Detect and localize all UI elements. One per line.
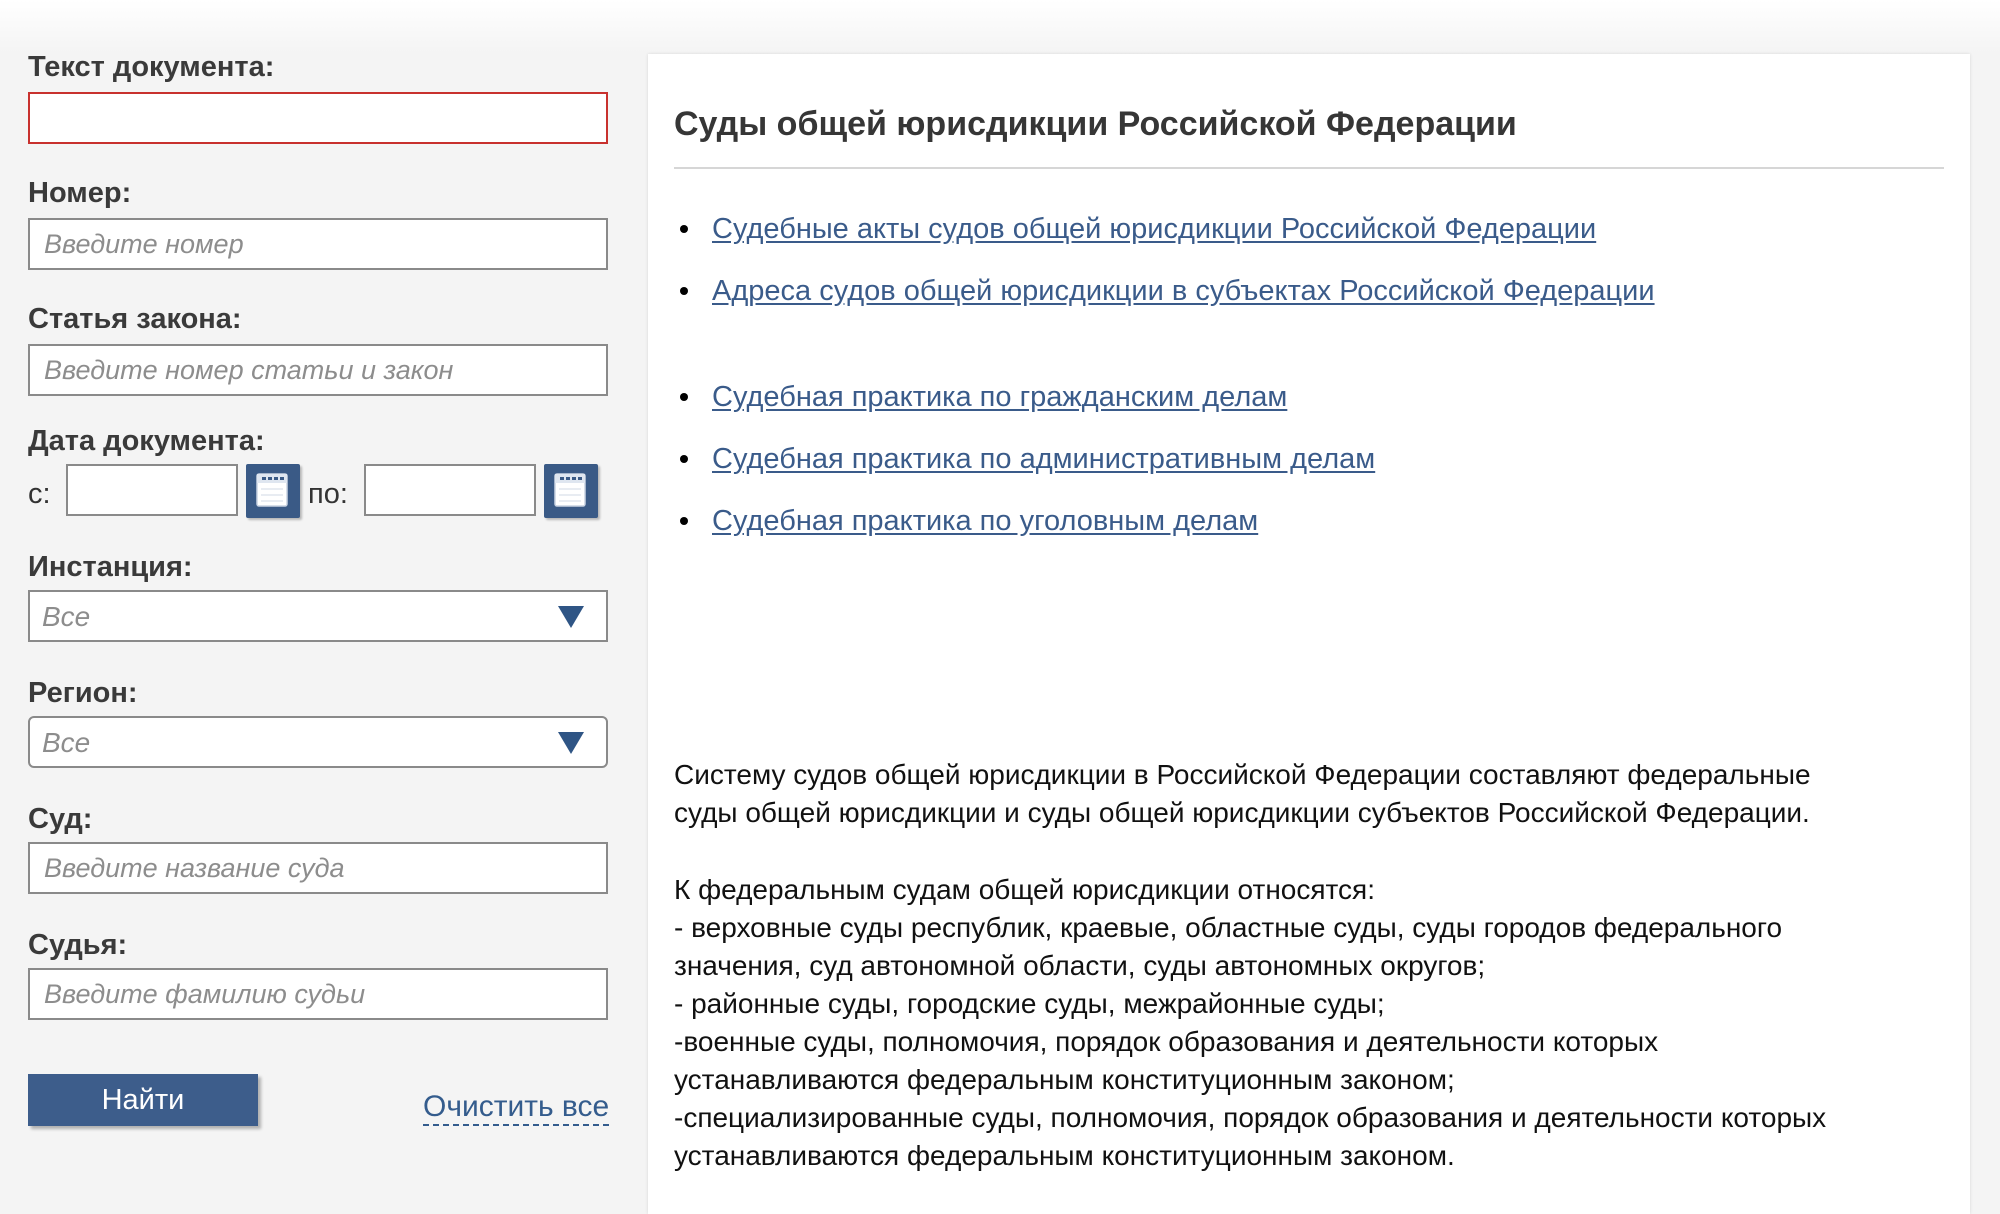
bullet-icon bbox=[680, 393, 688, 401]
description-line: суды общей юрисдикции и суды общей юрисд… bbox=[674, 797, 1810, 828]
instance-select[interactable]: Все bbox=[28, 590, 608, 642]
list-item: Судебная практика по гражданским делам bbox=[680, 379, 1287, 415]
top-band bbox=[0, 0, 2000, 54]
panel-title: Суды общей юрисдикции Российской Федерац… bbox=[674, 105, 1517, 143]
date-from-calendar-button[interactable] bbox=[246, 464, 300, 518]
calendar-icon bbox=[554, 473, 586, 507]
region-select[interactable]: Все bbox=[28, 716, 608, 768]
link-administrative-practice[interactable]: Судебная практика по административным де… bbox=[712, 443, 1375, 475]
description-line: устанавливаются федеральным конституцион… bbox=[674, 1140, 1455, 1171]
link-court-acts[interactable]: Судебные акты судов общей юрисдикции Рос… bbox=[712, 213, 1596, 245]
judge-label: Судья: bbox=[28, 929, 128, 961]
number-label: Номер: bbox=[28, 177, 132, 209]
date-from-input[interactable] bbox=[66, 464, 238, 516]
link-criminal-practice[interactable]: Судебная практика по уголовным делам bbox=[712, 505, 1258, 537]
chevron-down-icon bbox=[558, 606, 584, 628]
description-line: - верховные суды республик, краевые, обл… bbox=[674, 912, 1783, 943]
chevron-down-icon bbox=[558, 732, 584, 754]
clear-all-link[interactable]: Очистить все bbox=[423, 1090, 610, 1126]
info-panel: Суды общей юрисдикции Российской Федерац… bbox=[648, 54, 1970, 1214]
calendar-icon bbox=[256, 473, 288, 507]
bullet-icon bbox=[680, 517, 688, 525]
judge-input[interactable] bbox=[28, 968, 608, 1020]
description-line: -военные суды, полномочия, порядок образ… bbox=[674, 1026, 1659, 1057]
link-civil-practice[interactable]: Судебная практика по гражданским делам bbox=[712, 381, 1287, 413]
bullet-icon bbox=[680, 287, 688, 295]
region-label: Регион: bbox=[28, 677, 138, 709]
instance-label: Инстанция: bbox=[28, 551, 193, 583]
title-divider bbox=[674, 167, 1944, 169]
doc-text-input[interactable] bbox=[28, 92, 608, 144]
list-item: Адреса судов общей юрисдикции в субъекта… bbox=[680, 273, 1655, 309]
date-to-calendar-button[interactable] bbox=[544, 464, 598, 518]
link-court-addresses[interactable]: Адреса судов общей юрисдикции в субъекта… bbox=[712, 275, 1655, 307]
description-line: - районные суды, городские суды, межрайо… bbox=[674, 988, 1385, 1019]
article-label: Статья закона: bbox=[28, 303, 242, 335]
description-line: К федеральным судам общей юрисдикции отн… bbox=[674, 874, 1375, 905]
date-label: Дата документа: bbox=[28, 425, 265, 457]
date-to-input[interactable] bbox=[364, 464, 536, 516]
description-line: Систему судов общей юрисдикции в Российс… bbox=[674, 759, 1811, 790]
instance-select-value: Все bbox=[42, 601, 91, 632]
doc-text-label: Текст документа: bbox=[28, 51, 275, 83]
region-select-value: Все bbox=[42, 727, 91, 758]
description-line: -специализированные суды, полномочия, по… bbox=[674, 1102, 1827, 1133]
bullet-icon bbox=[680, 225, 688, 233]
list-item: Судебные акты судов общей юрисдикции Рос… bbox=[680, 211, 1596, 247]
list-item: Судебная практика по уголовным делам bbox=[680, 503, 1258, 539]
list-item: Судебная практика по административным де… bbox=[680, 441, 1375, 477]
court-label: Суд: bbox=[28, 803, 93, 835]
bullet-icon bbox=[680, 455, 688, 463]
date-from-label: с: bbox=[28, 478, 51, 510]
court-input[interactable] bbox=[28, 842, 608, 894]
date-to-label: по: bbox=[308, 478, 348, 510]
description-line: значения, суд автономной области, суды а… bbox=[674, 950, 1486, 981]
search-button[interactable]: Найти bbox=[28, 1074, 258, 1126]
description-line: устанавливаются федеральным конституцион… bbox=[674, 1064, 1455, 1095]
article-input[interactable] bbox=[28, 344, 608, 396]
number-input[interactable] bbox=[28, 218, 608, 270]
